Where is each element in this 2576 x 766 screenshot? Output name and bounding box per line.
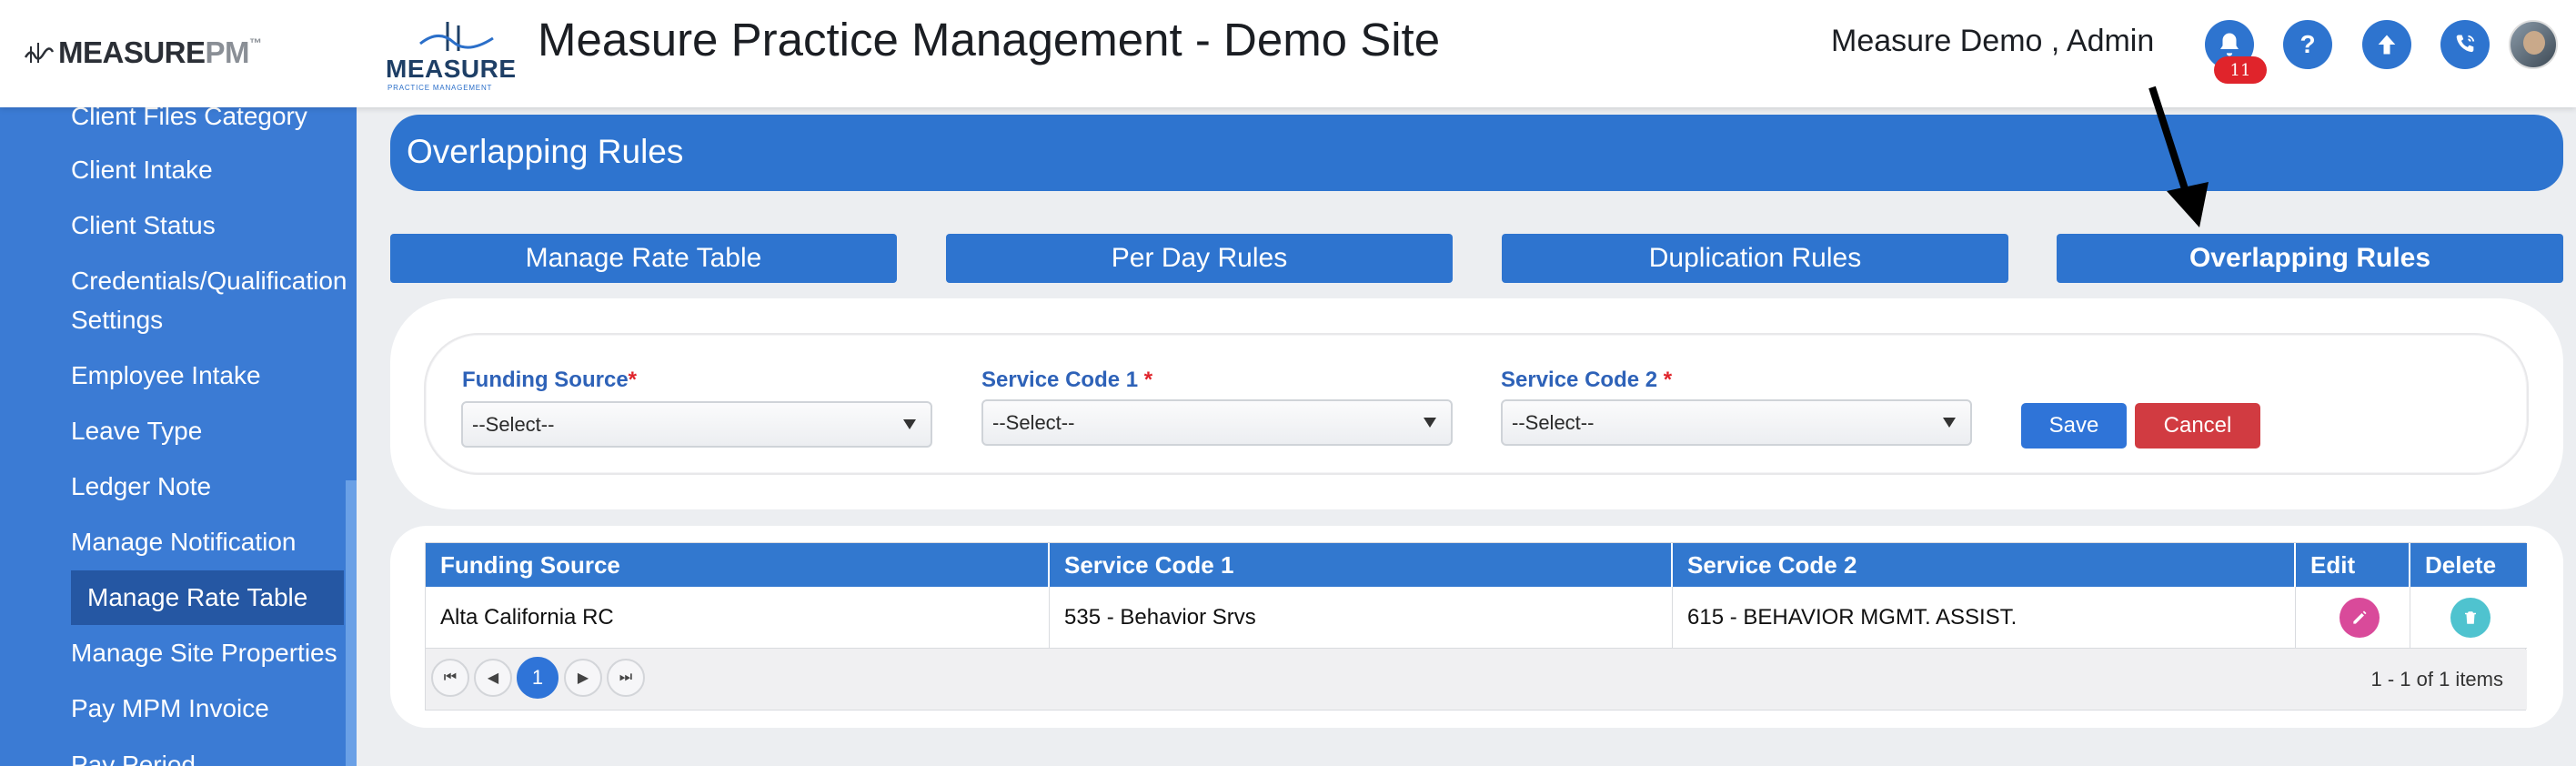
notification-count-badge: 11: [2214, 56, 2267, 84]
logo-mark-icon: [419, 22, 494, 51]
pager: ⏮ ◀ 1 ▶ ⏭ 1 - 1 of 1 items: [426, 650, 2527, 710]
trash-icon[interactable]: [2450, 598, 2490, 638]
sidebar-item-pay-period[interactable]: Pay Period: [71, 746, 196, 766]
user-name[interactable]: Measure Demo , Admin: [1831, 24, 2154, 59]
sidebar-item-client-intake[interactable]: Client Intake: [71, 151, 213, 189]
sidebar-item-manage-site-properties[interactable]: Manage Site Properties: [71, 634, 337, 672]
brand-text: MEASUREPM™: [58, 35, 262, 69]
sidebar-item-employee-intake[interactable]: Employee Intake: [71, 357, 261, 395]
sidebar-item-credentials-settings[interactable]: Settings: [71, 301, 163, 339]
sidebar-item-manage-notification[interactable]: Manage Notification: [71, 523, 296, 561]
save-button[interactable]: Save: [2021, 403, 2127, 449]
sidebar-item-leave-type[interactable]: Leave Type: [71, 412, 202, 450]
sidebar-item-client-files-category[interactable]: Client Files Category: [71, 107, 307, 136]
chevron-down-icon: [1424, 418, 1436, 428]
table-header: Funding Source Service Code 1 Service Co…: [426, 543, 2527, 587]
annotation-arrow-icon: [2148, 86, 2209, 227]
page-title-bar: Overlapping Rules: [390, 115, 2563, 191]
service-code-1-select[interactable]: --Select--: [981, 399, 1453, 446]
funding-source-label: Funding Source*: [462, 368, 638, 392]
column-header-edit: Edit: [2296, 543, 2410, 587]
cancel-button[interactable]: Cancel: [2135, 403, 2260, 449]
sidebar-item-credentials[interactable]: Credentials/Qualification: [71, 262, 347, 300]
column-header-funding-source[interactable]: Funding Source: [426, 543, 1050, 587]
sidebar-item-ledger-note[interactable]: Ledger Note: [71, 468, 211, 506]
phone-icon[interactable]: [2440, 20, 2490, 69]
sidebar: Client Files Category Client Intake Clie…: [0, 107, 357, 766]
prev-page-icon[interactable]: ◀: [474, 659, 512, 697]
brand-mark-icon: [24, 43, 55, 63]
upload-icon[interactable]: [2362, 20, 2411, 69]
page-title: Overlapping Rules: [407, 133, 684, 170]
next-page-icon[interactable]: ▶: [564, 659, 602, 697]
sidebar-item-client-status[interactable]: Client Status: [71, 207, 216, 245]
first-page-icon[interactable]: ⏮: [431, 659, 469, 697]
pager-info: 1 - 1 of 1 items: [2370, 668, 2503, 690]
cell-service-code-1: 535 - Behavior Srvs: [1050, 587, 1673, 649]
help-icon[interactable]: ?: [2283, 20, 2332, 69]
sidebar-scrollbar[interactable]: [346, 480, 357, 766]
measure-logo: MEASURE PRACTICE MANAGEMENT: [386, 20, 526, 92]
measurepm-logo[interactable]: MEASUREPM™: [24, 33, 262, 73]
service-code-1-label: Service Code 1 *: [981, 368, 1153, 392]
sidebar-item-pay-mpm-invoice[interactable]: Pay MPM Invoice: [71, 690, 269, 728]
cell-service-code-2: 615 - BEHAVIOR MGMT. ASSIST.: [1673, 587, 2296, 649]
sidebar-item-manage-rate-table[interactable]: Manage Rate Table: [71, 570, 344, 625]
service-code-2-label: Service Code 2 *: [1501, 368, 1673, 392]
tab-overlapping-rules[interactable]: Overlapping Rules: [2057, 234, 2563, 283]
page-1-button[interactable]: 1: [517, 657, 558, 699]
tab-manage-rate-table[interactable]: Manage Rate Table: [390, 234, 897, 283]
edit-pencil-icon[interactable]: [2340, 598, 2380, 638]
tab-duplication-rules[interactable]: Duplication Rules: [1502, 234, 2008, 283]
cell-funding-source: Alta California RC: [426, 587, 1050, 649]
service-code-2-select[interactable]: --Select--: [1501, 399, 1972, 446]
table-row[interactable]: Alta California RC 535 - Behavior Srvs 6…: [426, 587, 2527, 649]
tab-per-day-rules[interactable]: Per Day Rules: [946, 234, 1453, 283]
last-page-icon[interactable]: ⏭: [607, 659, 645, 697]
column-header-delete: Delete: [2425, 551, 2497, 579]
site-title: Measure Practice Management - Demo Site: [538, 14, 1441, 66]
rules-table: Funding Source Service Code 1 Service Co…: [425, 542, 2527, 711]
chevron-down-icon: [1943, 418, 1956, 428]
column-header-service-code-2[interactable]: Service Code 2: [1673, 543, 2296, 587]
column-header-service-code-1[interactable]: Service Code 1: [1050, 543, 1673, 587]
avatar[interactable]: [2509, 20, 2558, 69]
chevron-down-icon: [903, 419, 916, 429]
funding-source-select[interactable]: --Select--: [461, 401, 932, 448]
